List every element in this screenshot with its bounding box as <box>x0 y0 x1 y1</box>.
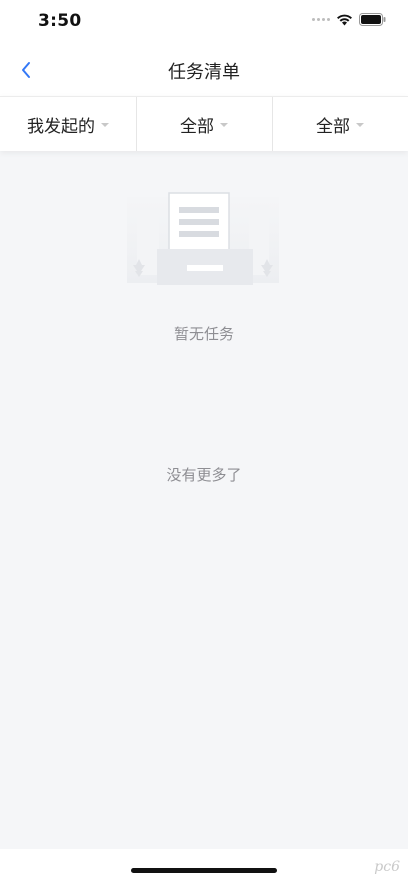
wifi-icon <box>337 14 352 26</box>
filter-label: 全部 <box>180 116 214 137</box>
list-end-message: 没有更多了 <box>166 466 242 484</box>
page-title: 任务清单 <box>168 62 240 83</box>
caret-down-icon <box>101 123 109 127</box>
cellular-signal-icon <box>312 18 330 21</box>
filter-label: 全部 <box>316 116 350 137</box>
home-indicator[interactable] <box>131 868 277 873</box>
document-tray-icon <box>127 192 279 285</box>
battery-icon <box>359 13 386 26</box>
status-time: 3:50 <box>38 11 82 31</box>
nav-bar: 任务清单 <box>0 44 408 96</box>
filter-type[interactable]: 全部 <box>272 97 408 151</box>
caret-down-icon <box>356 123 364 127</box>
task-list-screen: 3:50 任务清单 我发起的 全部 全部 暂无任务 没有更多了 pc6 <box>0 0 408 883</box>
filter-status[interactable]: 全部 <box>136 97 272 151</box>
filter-bar: 我发起的 全部 全部 <box>0 96 408 151</box>
status-indicators <box>312 13 386 26</box>
filter-initiated-by-me[interactable]: 我发起的 <box>0 97 136 151</box>
home-indicator-area: pc6 <box>0 849 408 883</box>
filter-label: 我发起的 <box>27 116 95 137</box>
status-bar: 3:50 <box>0 0 408 44</box>
watermark-logo: pc6 <box>374 859 400 875</box>
empty-state-message: 暂无任务 <box>173 325 234 343</box>
caret-down-icon <box>220 123 228 127</box>
